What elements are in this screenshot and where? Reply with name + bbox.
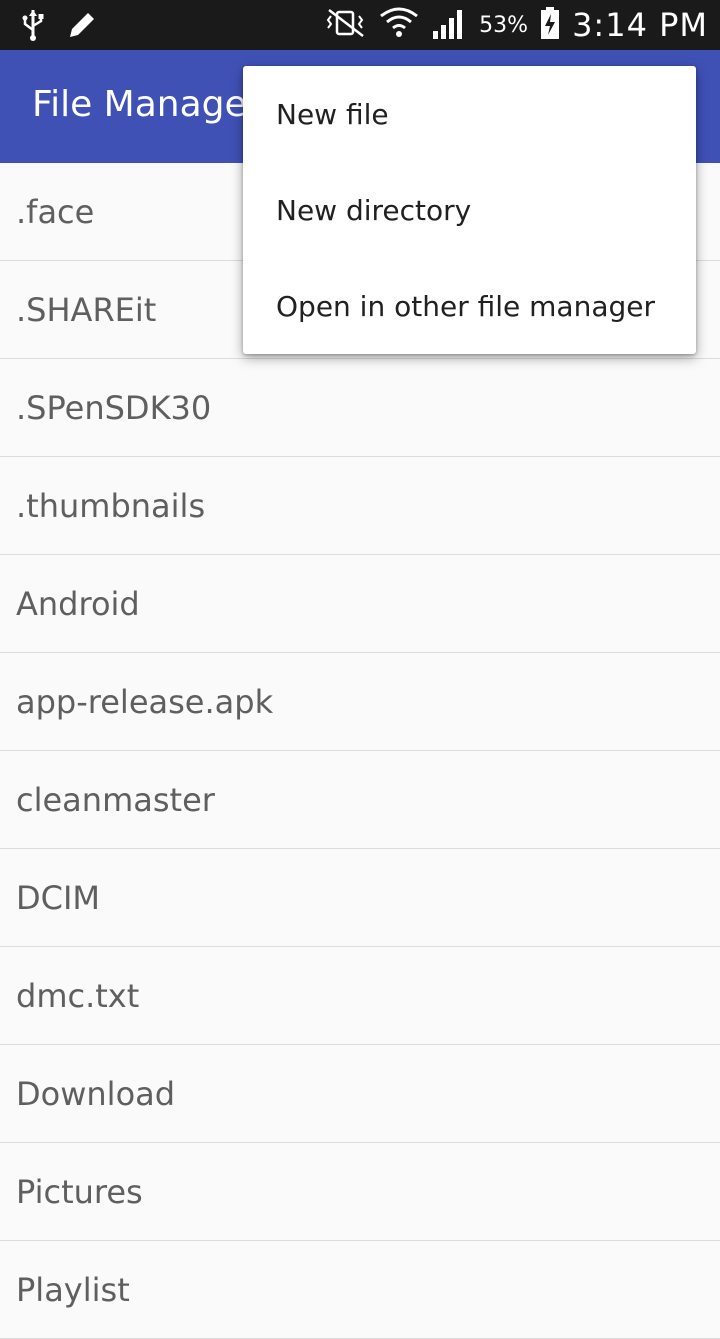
file-list-item[interactable]: Android xyxy=(0,555,720,653)
file-name: Download xyxy=(16,1074,176,1113)
file-list-item[interactable]: cleanmaster xyxy=(0,751,720,849)
file-name: Pictures xyxy=(16,1172,143,1211)
battery-percent: 53% xyxy=(479,12,529,38)
app-title: File Manager xyxy=(32,84,262,125)
file-list-item[interactable]: Playlist xyxy=(0,1241,720,1339)
usb-icon xyxy=(20,8,46,46)
file-name: DCIM xyxy=(16,878,101,917)
menu-item-open-in-other-file-manager[interactable]: Open in other file manager xyxy=(243,258,696,354)
file-list-item[interactable]: .SPenSDK30 xyxy=(0,359,720,457)
status-bar-left xyxy=(20,8,98,46)
status-bar-right: 53% 3:14 PM xyxy=(323,0,708,50)
file-name: .SPenSDK30 xyxy=(16,388,212,427)
vibrate-icon xyxy=(323,8,367,42)
menu-item-new-file[interactable]: New file xyxy=(243,66,696,162)
signal-icon xyxy=(431,7,467,43)
edit-pencil-icon xyxy=(66,9,98,45)
file-name: .face xyxy=(16,192,95,231)
wifi-icon xyxy=(379,6,419,44)
menu-item-new-directory[interactable]: New directory xyxy=(243,162,696,258)
clock: 3:14 PM xyxy=(572,6,708,44)
file-name: .SHAREit xyxy=(16,290,157,329)
file-name: cleanmaster xyxy=(16,780,215,819)
file-list-item[interactable]: DCIM xyxy=(0,849,720,947)
file-list-item[interactable]: app-release.apk xyxy=(0,653,720,751)
file-name: dmc.txt xyxy=(16,976,140,1015)
overflow-menu: New file New directory Open in other fil… xyxy=(243,66,696,354)
file-list-item[interactable]: Download xyxy=(0,1045,720,1143)
status-bar: 53% 3:14 PM xyxy=(0,0,720,50)
file-name: .thumbnails xyxy=(16,486,206,525)
file-name: app-release.apk xyxy=(16,682,274,721)
battery-charging-icon xyxy=(540,6,560,44)
file-list-item[interactable]: dmc.txt xyxy=(0,947,720,1045)
file-list-item[interactable]: .thumbnails xyxy=(0,457,720,555)
file-name: Android xyxy=(16,584,140,623)
file-name: Playlist xyxy=(16,1270,130,1309)
file-list-item[interactable]: Pictures xyxy=(0,1143,720,1241)
